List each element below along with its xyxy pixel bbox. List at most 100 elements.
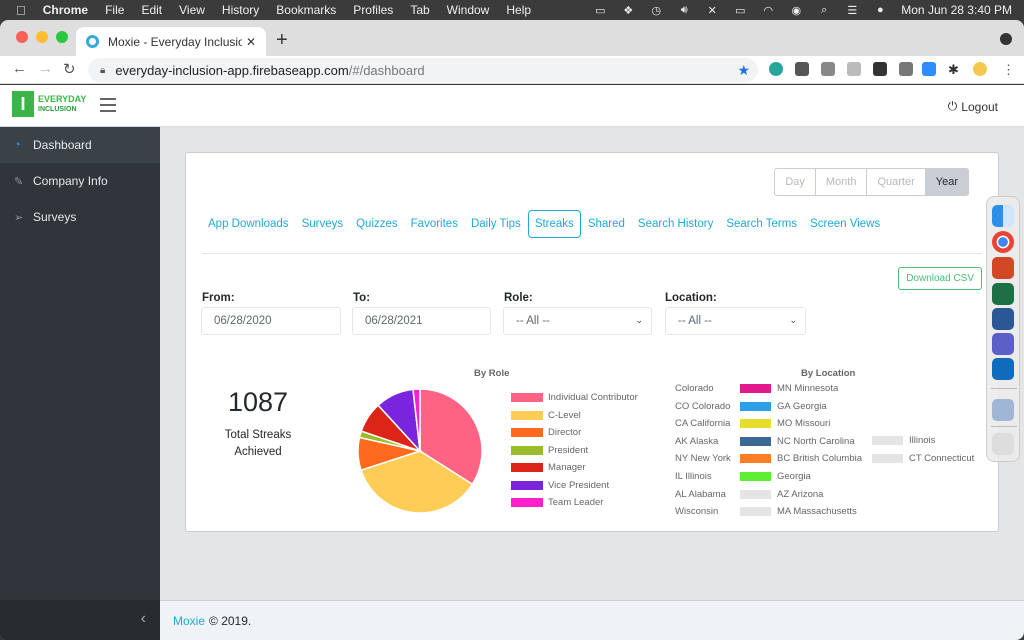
menubar-clock[interactable]: Mon Jun 28 3:40 PM [901,3,1012,17]
tab-search-history[interactable]: Search History [632,211,719,237]
legend-item[interactable]: Team Leader [511,494,638,512]
menu-window[interactable]: Window [447,3,490,17]
tab-shared[interactable]: Shared [582,211,631,237]
legend-item[interactable]: C-Level [511,407,638,425]
location-legend-item[interactable]: MO Missouri [740,418,862,436]
downloads-stack-icon[interactable] [992,399,1014,421]
menu-app-name[interactable]: Chrome [43,3,88,17]
location-legend-item[interactable]: MA Massachusetts [740,506,862,524]
period-quarter-button[interactable]: Quarter [867,169,926,195]
location-legend-item[interactable]: IL Illinois [675,471,731,489]
tab-surveys[interactable]: Surveys [296,211,350,237]
outlook-icon[interactable] [992,358,1014,380]
location-legend-item[interactable]: CA California [675,418,731,436]
location-legend-item[interactable]: Wisconsin [675,506,731,524]
location-legend-item[interactable]: CT Connecticut [872,453,974,471]
menu-file[interactable]: File [105,3,124,17]
menu-help[interactable]: Help [506,3,531,17]
display-icon[interactable]: ▭ [593,4,607,17]
trash-icon[interactable] [992,433,1014,455]
location-legend-item[interactable]: Georgia [740,471,862,489]
period-year-button[interactable]: Year [925,169,968,195]
extensions-puzzle-icon[interactable]: ✱ [948,62,962,77]
tab-quizzes[interactable]: Quizzes [350,211,404,237]
everyday-inclusion-logo[interactable]: I EVERYDAY INCLUSION [12,91,86,117]
close-tab-icon[interactable]: ✕ [246,35,256,49]
reload-icon[interactable]: ↻ [63,60,76,78]
legend-item[interactable]: Manager [511,459,638,477]
profile-icon[interactable] [1000,33,1012,45]
location-legend-item[interactable]: AZ Arizona [740,489,862,507]
sidebar-item-dashboard[interactable]: ◔ Dashboard [0,127,160,163]
logout-button[interactable]: ⏻ Logout [948,99,998,114]
word-icon[interactable] [992,308,1014,330]
period-month-button[interactable]: Month [816,169,868,195]
location-legend-item[interactable]: BC British Columbia [740,453,862,471]
minimize-window-button[interactable] [36,31,48,43]
location-legend-item[interactable]: AK Alaska [675,436,731,454]
powerpoint-icon[interactable] [992,257,1014,279]
to-date-input[interactable]: 06/28/2021 [352,307,491,335]
tab-streaks[interactable]: Streaks [527,210,581,238]
tab-app-downloads[interactable]: App Downloads [202,211,295,237]
maximize-window-button[interactable] [56,31,68,43]
time-machine-icon[interactable]: ◷ [649,4,663,17]
extension-zoom-icon[interactable] [922,62,936,76]
menu-profiles[interactable]: Profiles [353,3,393,17]
footer-moxie-link[interactable]: Moxie [173,614,205,628]
extension-moxie-icon[interactable] [973,62,987,76]
legend-item[interactable]: President [511,442,638,460]
battery-icon[interactable]: ▭ [733,4,747,17]
location-legend-item[interactable]: MN Minnesota [740,383,862,401]
location-legend-item[interactable]: NC North Carolina [740,436,862,454]
menu-tab[interactable]: Tab [410,3,429,17]
bookmark-star-icon[interactable]: ★ [737,62,750,79]
siri-icon[interactable]: ● [873,4,887,16]
bluetooth-icon[interactable]: ✕ [705,4,719,17]
location-legend-item[interactable]: NY New York [675,453,731,471]
chrome-menu-icon[interactable]: ⋮ [1002,62,1016,77]
address-bar[interactable]: 🔒︎ everyday-inclusion-app.firebaseapp.co… [88,58,758,82]
control-center-icon[interactable]: ☰ [845,4,859,17]
location-legend-item[interactable]: CO Colorado [675,401,731,419]
tab-favorites[interactable]: Favorites [405,211,464,237]
menu-bookmarks[interactable]: Bookmarks [276,3,336,17]
legend-item[interactable]: Individual Contributor [511,389,638,407]
browser-tab[interactable]: Moxie - Everyday Inclusion App ✕ [76,27,266,56]
menu-history[interactable]: History [222,3,259,17]
wifi-icon[interactable]: ◠ [761,4,775,17]
extension-k-icon[interactable] [847,62,861,76]
download-csv-button[interactable]: Download CSV [898,267,982,290]
extension-screenshot-icon[interactable] [795,62,809,76]
back-icon[interactable]: ← [12,60,27,77]
volume-icon[interactable]: 🔊︎ [677,4,691,16]
from-date-input[interactable]: 06/28/2020 [201,307,341,335]
user-icon[interactable]: ◉ [789,4,803,17]
tab-search-terms[interactable]: Search Terms [720,211,803,237]
period-day-button[interactable]: Day [775,169,816,195]
forward-icon[interactable]: → [38,60,53,77]
menu-view[interactable]: View [179,3,205,17]
teams-icon[interactable] [992,333,1014,355]
location-legend-item[interactable]: Colorado [675,383,731,401]
close-window-button[interactable] [16,31,28,43]
apple-menu-icon[interactable]:  [16,3,26,18]
tab-daily-tips[interactable]: Daily Tips [465,211,527,237]
role-select[interactable]: -- All -- ⌄ [503,307,652,335]
finder-icon[interactable] [992,205,1014,227]
location-legend-item[interactable]: Illinois [872,435,974,453]
chevron-left-icon[interactable]: ‹ [141,610,146,628]
extension-hubspot-icon[interactable] [899,62,913,76]
location-legend-item[interactable]: AL Alabama [675,489,731,507]
legend-item[interactable]: Director [511,424,638,442]
sidebar-toggle-hamburger-icon[interactable] [100,98,116,112]
sidebar-item-surveys[interactable]: ➢ Surveys [0,199,160,235]
location-select[interactable]: -- All -- ⌄ [665,307,806,335]
chrome-icon[interactable] [992,231,1014,253]
new-tab-button[interactable]: + [276,29,288,52]
menu-edit[interactable]: Edit [141,3,162,17]
tab-screen-views[interactable]: Screen Views [804,211,886,237]
legend-item[interactable]: Vice President [511,477,638,495]
extension-m-icon[interactable] [769,62,783,76]
spotlight-search-icon[interactable]: ⌕ [817,4,831,16]
